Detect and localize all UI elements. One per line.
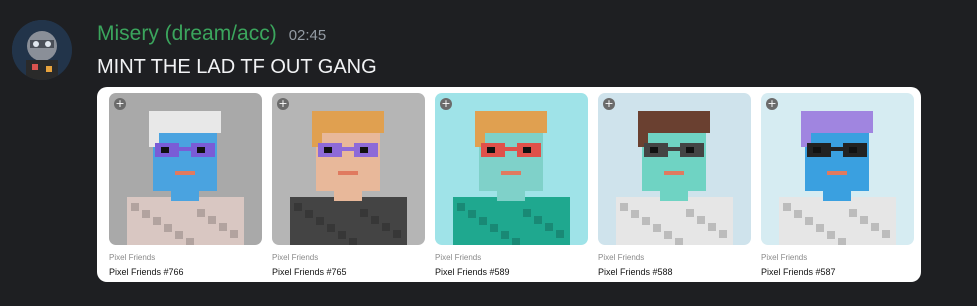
nft-card[interactable]: + Pixel Friends Pixel Friends #765 xyxy=(272,93,425,278)
avatar[interactable] xyxy=(12,20,72,80)
nft-pixel-art xyxy=(109,93,262,245)
nft-name[interactable]: Pixel Friends #588 xyxy=(598,267,673,277)
nft-collection-name: Pixel Friends xyxy=(272,253,319,262)
nft-pixel-art xyxy=(761,93,914,245)
nft-collection-name: Pixel Friends xyxy=(598,253,645,262)
nft-collection-name: Pixel Friends xyxy=(109,253,156,262)
nft-card[interactable]: + Pixel Friends Pixel Friends #587 xyxy=(761,93,914,278)
nft-image[interactable]: + xyxy=(598,93,751,245)
plus-icon[interactable]: + xyxy=(114,98,126,110)
timestamp[interactable]: 02:45 xyxy=(289,27,327,44)
nft-name[interactable]: Pixel Friends #766 xyxy=(109,267,184,277)
plus-icon[interactable]: + xyxy=(766,98,778,110)
nft-name[interactable]: Pixel Friends #587 xyxy=(761,267,836,277)
nft-card[interactable]: + Pixel Friends Pixel Friends #589 xyxy=(435,93,588,278)
nft-name[interactable]: Pixel Friends #765 xyxy=(272,267,347,277)
nft-card[interactable]: + Pixel Friends Pixel Friends #766 xyxy=(109,93,262,278)
chat-message: Misery (dream/acc) 02:45 MINT THE LAD TF… xyxy=(0,0,977,306)
username[interactable]: Misery (dream/acc) xyxy=(97,22,277,46)
nft-image[interactable]: + xyxy=(109,93,262,245)
nft-pixel-art xyxy=(272,93,425,245)
plus-icon[interactable]: + xyxy=(603,98,615,110)
plus-icon[interactable]: + xyxy=(277,98,289,110)
nft-embed: + Pixel Friends Pixel Friends #766 + Pixel F… xyxy=(97,87,921,282)
nft-pixel-art xyxy=(435,93,588,245)
nft-name[interactable]: Pixel Friends #589 xyxy=(435,267,510,277)
nft-image[interactable]: + xyxy=(435,93,588,245)
nft-card[interactable]: + Pixel Friends Pixel Friends #588 xyxy=(598,93,751,278)
nft-collection-name: Pixel Friends xyxy=(761,253,808,262)
nft-collection-name: Pixel Friends xyxy=(435,253,482,262)
nft-image[interactable]: + xyxy=(272,93,425,245)
message-text: MINT THE LAD TF OUT GANG xyxy=(97,56,377,78)
nft-pixel-art xyxy=(598,93,751,245)
nft-image[interactable]: + xyxy=(761,93,914,245)
plus-icon[interactable]: + xyxy=(440,98,452,110)
message-header: Misery (dream/acc) 02:45 xyxy=(97,22,326,46)
avatar-image xyxy=(12,20,72,80)
